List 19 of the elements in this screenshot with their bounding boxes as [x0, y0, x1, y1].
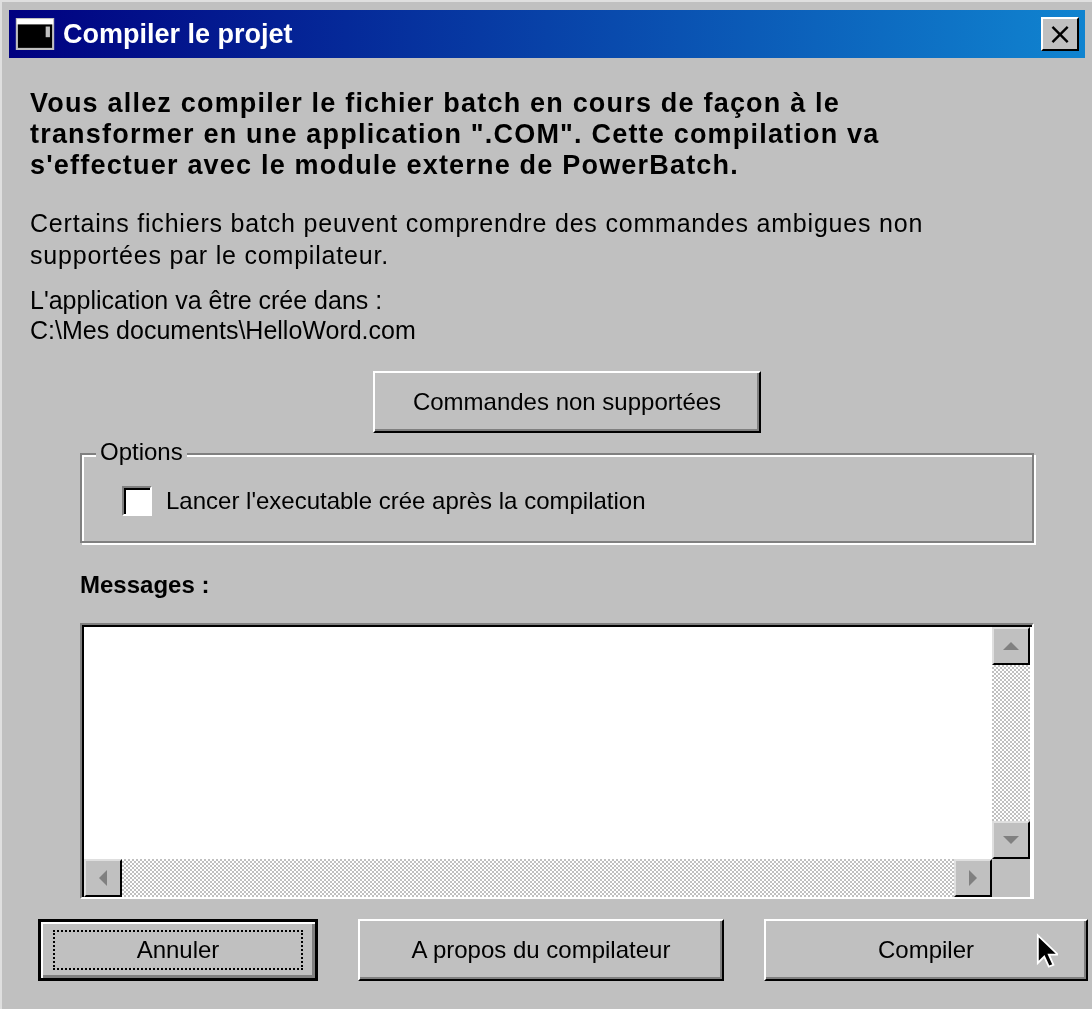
warning-text: Certains fichiers batch peuvent comprendre des commandes ambigues non supportées par le compilateur. [30, 208, 925, 271]
app-window-icon [15, 18, 55, 50]
output-label: L'application va être crée dans : [30, 285, 383, 315]
messages-field[interactable] [80, 623, 1034, 899]
dialog-button[interactable]: Annuler [38, 919, 318, 981]
close-button[interactable]: × [1041, 17, 1079, 51]
dialog-button[interactable]: Compiler [764, 919, 1088, 981]
checkbox[interactable] [122, 486, 152, 516]
intro-text: Vous allez compiler le fichier batch en cours de façon à le transformer en une application ".COM". Cette compilation va s'effectuer avec le module externe de PowerBatch. [30, 88, 881, 181]
horizontal-scrollbar[interactable] [84, 859, 992, 897]
vertical-scrollbar[interactable] [992, 627, 1030, 859]
scrollbar-corner [992, 859, 1030, 897]
mouse-cursor-icon [1036, 933, 1058, 969]
output-path: C:\Mes documents\HelloWord.com [30, 315, 416, 345]
messages-label: Messages : [80, 571, 211, 599]
checkbox-label[interactable]: Lancer l'executable crée après la compilation [166, 487, 646, 515]
dialog-button[interactable]: A propos du compilateur [358, 919, 724, 981]
unsupported-commands-button[interactable]: Commandes non supportées [373, 371, 761, 433]
window-title: Compiler le projet [63, 18, 294, 50]
